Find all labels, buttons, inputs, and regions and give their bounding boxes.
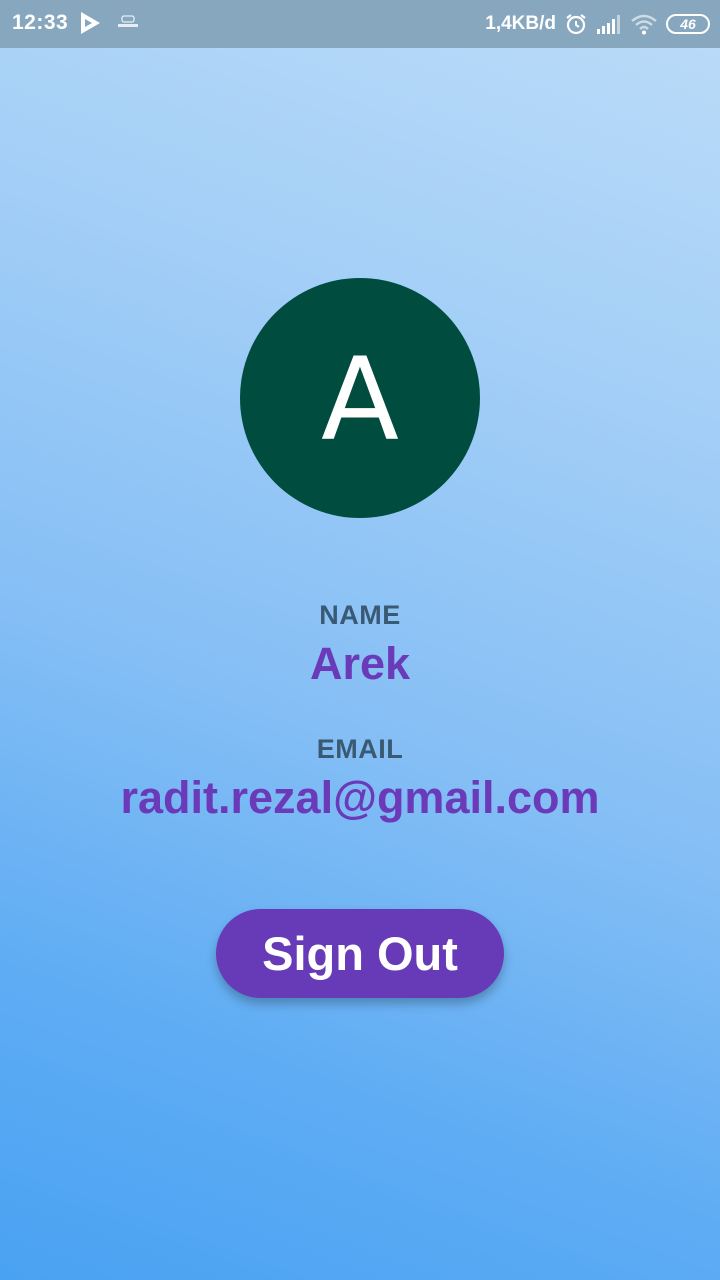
sign-out-button[interactable]: Sign Out [216, 909, 504, 998]
battery-level: 46 [680, 16, 696, 32]
email-label: EMAIL [316, 734, 404, 764]
signal-icon [597, 15, 620, 34]
avatar: A [240, 278, 480, 518]
alarm-icon [566, 14, 586, 35]
status-time: 12:33 [12, 11, 69, 34]
network-speed: 1,4KB/d [485, 13, 556, 34]
name-label: NAME [319, 600, 401, 630]
notification-app-icon [118, 15, 138, 27]
status-bar: 12:33 1,4KB/d 46 [0, 0, 720, 48]
avatar-letter: A [321, 333, 399, 466]
play-store-icon [81, 12, 100, 34]
profile-screen: 12:33 1,4KB/d 46 A NAME Arek EMAIL radit… [0, 0, 720, 1280]
name-value: Arek [309, 638, 411, 689]
email-value: radit.rezal@gmail.com [120, 772, 600, 823]
status-right-group: 1,4KB/d 46 [485, 0, 710, 48]
wifi-icon [631, 14, 657, 35]
battery-icon: 46 [666, 14, 710, 34]
